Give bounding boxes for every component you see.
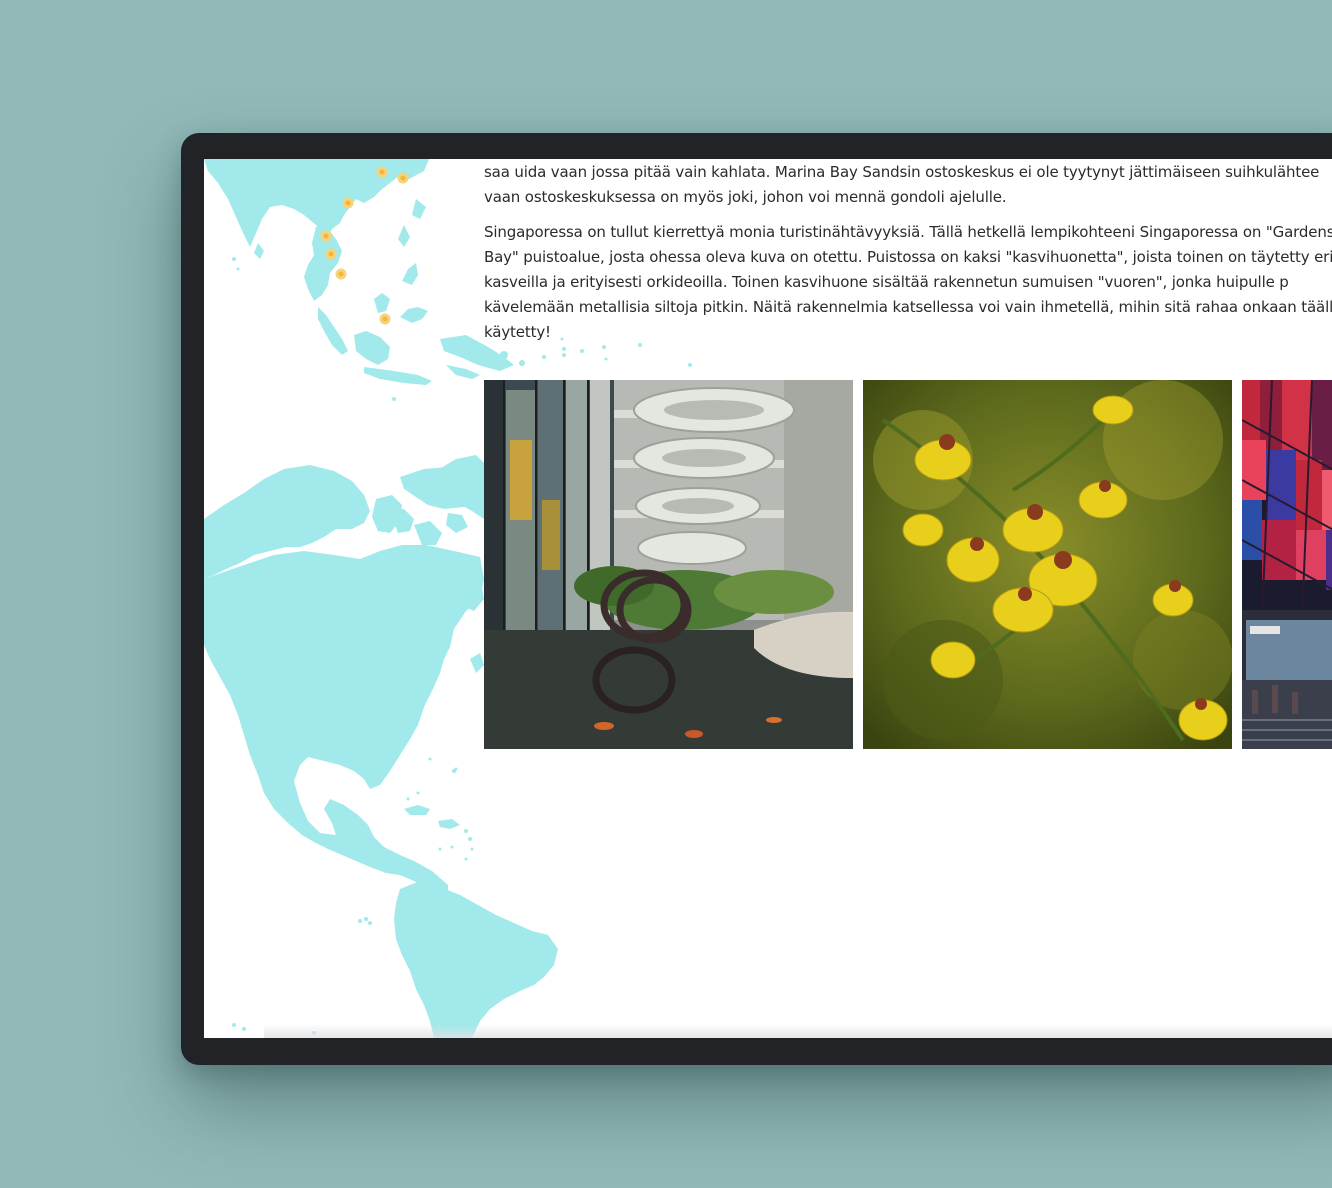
paragraph-line: saa uida vaan jossa pitää vain kahlata. …	[484, 163, 1320, 181]
map-marker	[397, 172, 409, 184]
paragraph-line: kävelemään metallisia siltoja pitkin. Nä…	[484, 298, 1332, 316]
paragraph-line: vaan ostoskeskuksessa on myös joki, joho…	[484, 188, 1007, 206]
paragraph-line: kasveilla ja erityisesti orkideoilla. To…	[484, 273, 1289, 291]
article-paragraph-2: Singaporessa on tullut kierrettyä monia …	[484, 220, 1332, 345]
map-marker	[342, 197, 354, 209]
paragraph-line: Singaporessa on tullut kierrettyä monia …	[484, 223, 1332, 241]
bottom-shadow	[264, 1024, 1332, 1038]
map-marker	[335, 268, 347, 280]
screen[interactable]: saa uida vaan jossa pitää vain kahlata. …	[204, 159, 1332, 1038]
illuminated-mall-facade-photo[interactable]	[1242, 380, 1332, 749]
spiral-staircase-atrium-photo[interactable]	[484, 380, 853, 749]
map-marker	[376, 166, 388, 178]
map-marker	[320, 230, 332, 242]
photo-gallery	[484, 380, 1332, 749]
article-paragraph-1: saa uida vaan jossa pitää vain kahlata. …	[484, 160, 1332, 210]
paragraph-line: Bay" puistoalue, josta ohessa oleva kuva…	[484, 248, 1332, 266]
paragraph-line: käytetty!	[484, 323, 551, 341]
article-body: saa uida vaan jossa pitää vain kahlata. …	[484, 160, 1332, 355]
map-marker	[379, 313, 391, 325]
map-marker	[325, 248, 337, 260]
yellow-orchids-photo[interactable]	[863, 380, 1232, 749]
